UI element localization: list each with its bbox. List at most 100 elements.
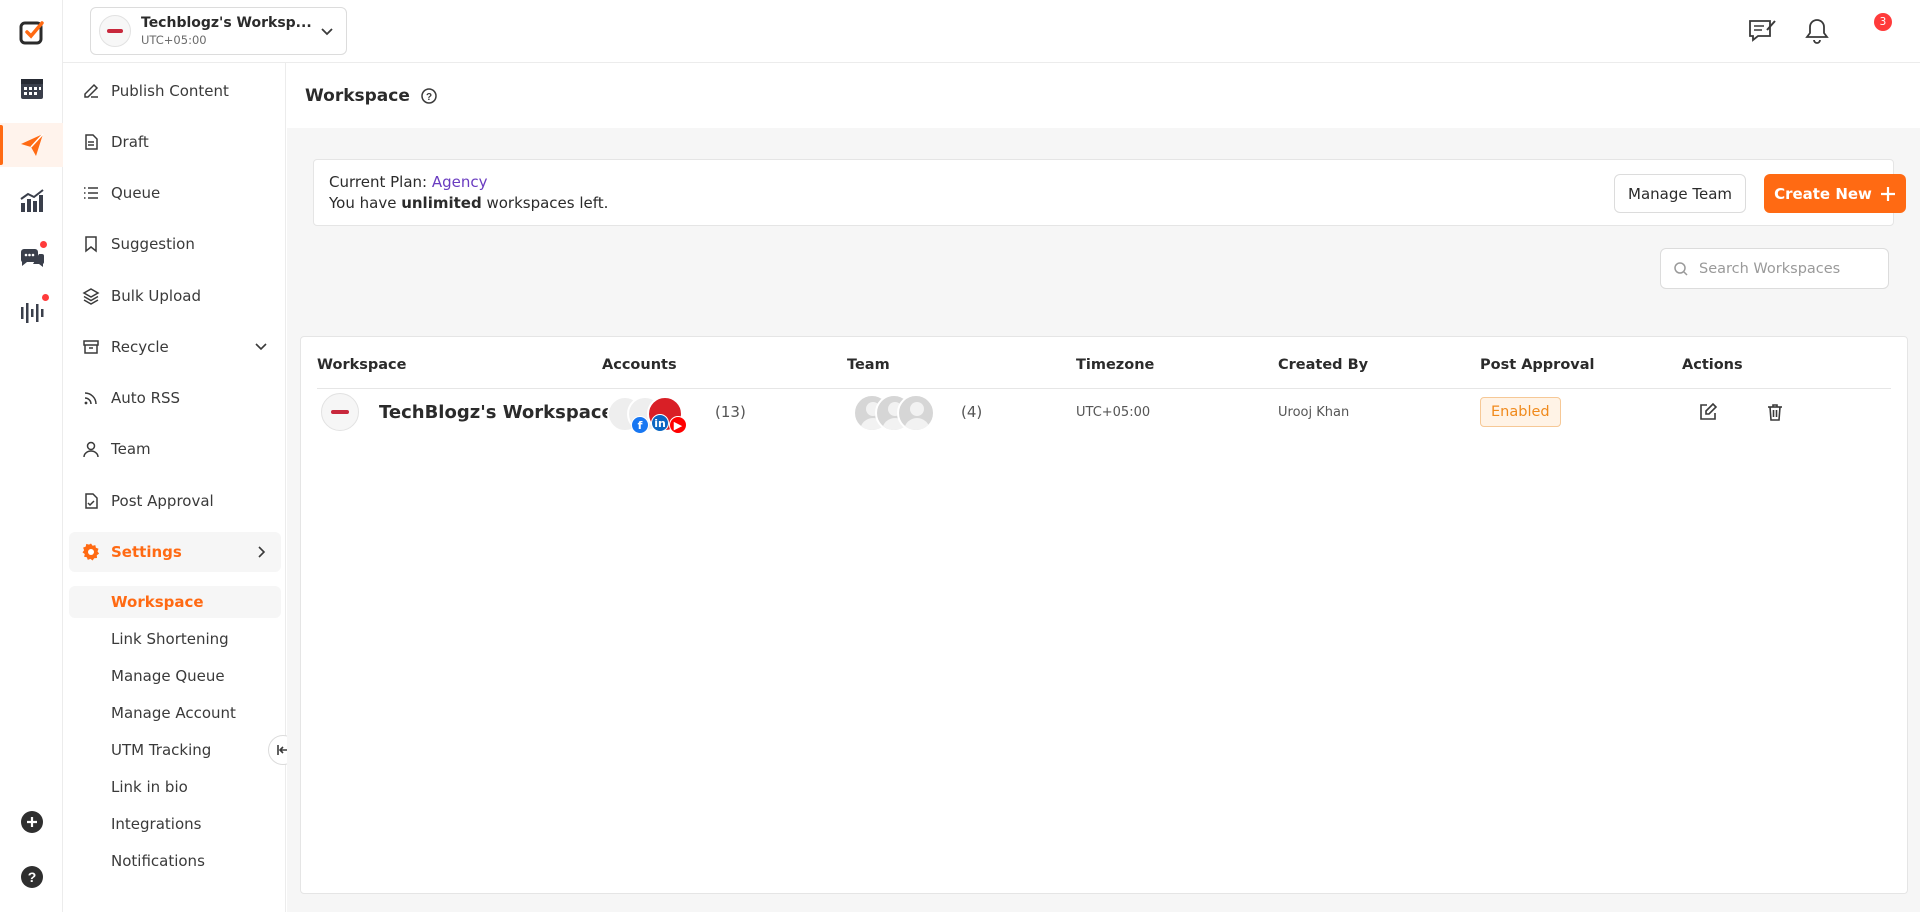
sub-integrations[interactable]: Integrations	[69, 808, 281, 840]
workspaces-table: Workspace Accounts Team Timezone Created…	[300, 336, 1908, 894]
nav-label: Settings	[111, 543, 182, 561]
workspaces-left-prefix: You have	[329, 194, 402, 212]
nav-auto-rss[interactable]: Auto RSS	[69, 378, 281, 418]
timezone-cell: UTC+05:00	[1076, 389, 1150, 435]
team-avatars	[853, 392, 943, 432]
svg-text:?: ?	[27, 869, 36, 885]
workspace-logo	[99, 15, 131, 47]
icon-rail: ?	[0, 0, 63, 912]
nav-settings[interactable]: Settings	[69, 532, 281, 572]
account-avatars: f in ▶	[607, 392, 697, 434]
accounts-cell: f in ▶ (13)	[607, 389, 746, 435]
layers-icon	[81, 286, 101, 306]
nav-publish-content[interactable]: Publish Content	[69, 71, 281, 111]
workspace-switcher-timezone: UTC+05:00	[141, 33, 207, 47]
column-header-timezone: Timezone	[1076, 357, 1155, 373]
nav-label: Team	[111, 440, 151, 458]
workspace-logo	[321, 393, 359, 431]
nav-bulk-upload[interactable]: Bulk Upload	[69, 276, 281, 316]
post-approval-cell: Enabled	[1480, 389, 1561, 435]
analytics-icon[interactable]	[0, 179, 63, 223]
create-new-label: Create New	[1774, 184, 1872, 203]
settings-sidebar: Publish Content Draft Queue Suggestion B…	[63, 63, 286, 912]
edit-icon	[1700, 402, 1718, 420]
pen-icon	[81, 81, 101, 101]
status-badge: Enabled	[1480, 397, 1561, 427]
accounts-count: (13)	[715, 403, 746, 421]
gear-icon	[81, 542, 101, 562]
sub-manage-account[interactable]: Manage Account	[69, 697, 281, 729]
top-bar: Techblogz's Worksp... UTC+05:00 3	[63, 0, 1920, 63]
svg-text:?: ?	[426, 92, 432, 103]
sub-link-shortening[interactable]: Link Shortening	[69, 623, 281, 655]
chevron-down-icon	[321, 28, 333, 36]
team-cell: (4)	[853, 389, 982, 435]
workspace-name: TechBlogz's Workspace	[379, 401, 614, 423]
column-header-accounts: Accounts	[602, 357, 677, 373]
nav-post-approval[interactable]: Post Approval	[69, 481, 281, 521]
team-member-avatar	[897, 394, 935, 432]
create-new-button[interactable]: Create New	[1764, 174, 1906, 213]
nav-label: Auto RSS	[111, 389, 181, 407]
help-circle-icon[interactable]: ?	[420, 87, 438, 105]
workspace-cell: TechBlogz's Workspace	[321, 389, 614, 435]
logo-icon[interactable]	[0, 10, 63, 54]
main-content: Workspace ? Current Plan: Agency You hav…	[287, 63, 1920, 912]
column-header-created-by: Created By	[1278, 357, 1369, 373]
bell-icon[interactable]	[1803, 16, 1831, 50]
page-header: Workspace ?	[287, 63, 1920, 128]
chat-unread-dot	[40, 241, 47, 248]
linkedin-icon: in	[651, 414, 669, 432]
timezone-value: UTC+05:00	[1076, 404, 1151, 420]
nav-team[interactable]: Team	[69, 429, 281, 469]
nav-draft[interactable]: Draft	[69, 122, 281, 162]
chevron-down-icon	[255, 343, 267, 351]
send-icon[interactable]	[0, 123, 63, 167]
created-by-cell: Urooj Khan	[1278, 389, 1349, 435]
help-icon[interactable]: ?	[0, 855, 63, 899]
manage-team-button[interactable]: Manage Team	[1614, 174, 1746, 213]
add-icon[interactable]	[0, 800, 63, 844]
nav-queue[interactable]: Queue	[69, 173, 281, 213]
document-icon	[81, 132, 101, 152]
rss-icon	[81, 388, 101, 408]
nav-label: Post Approval	[111, 492, 214, 510]
sub-manage-queue[interactable]: Manage Queue	[69, 660, 281, 692]
bookmark-icon	[81, 234, 101, 254]
search-icon	[1674, 261, 1688, 276]
current-plan-text: Current Plan: Agency	[329, 173, 488, 191]
delete-workspace-button[interactable]	[1764, 401, 1786, 423]
edit-workspace-button[interactable]	[1697, 401, 1719, 423]
nav-suggestion[interactable]: Suggestion	[69, 224, 281, 264]
list-icon	[81, 183, 101, 203]
sub-workspace[interactable]: Workspace	[69, 586, 281, 618]
table-row[interactable]: TechBlogz's Workspace f in ▶ (13) (4) UT…	[301, 389, 1909, 435]
nav-label: Recycle	[111, 338, 169, 356]
nav-label: Bulk Upload	[111, 287, 201, 305]
trash-icon	[1768, 404, 1782, 421]
search-workspaces-input[interactable]	[1699, 260, 1879, 277]
team-count: (4)	[961, 403, 983, 421]
column-header-actions: Actions	[1682, 357, 1743, 373]
workspaces-left-suffix: workspaces left.	[481, 194, 609, 212]
plan-info-box: Current Plan: Agency You have unlimited …	[313, 159, 1906, 226]
workspace-switcher[interactable]: Techblogz's Worksp... UTC+05:00	[90, 7, 347, 55]
nav-label: Suggestion	[111, 235, 195, 253]
column-header-workspace: Workspace	[317, 357, 407, 373]
sub-utm-tracking[interactable]: UTM Tracking	[69, 734, 281, 766]
youtube-icon: ▶	[669, 416, 687, 434]
user-icon	[81, 439, 101, 459]
nav-recycle[interactable]: Recycle	[69, 327, 281, 367]
calendar-icon[interactable]	[0, 66, 63, 110]
chat-icon[interactable]	[0, 235, 63, 279]
audio-unread-dot	[42, 294, 49, 301]
audio-bars-icon[interactable]	[0, 290, 63, 334]
approval-icon	[81, 491, 101, 511]
workspaces-left-count: unlimited	[401, 194, 482, 212]
sub-link-in-bio[interactable]: Link in bio	[69, 771, 281, 803]
workspaces-left-text: You have unlimited workspaces left.	[329, 194, 608, 212]
archive-icon	[81, 337, 101, 357]
sub-notifications[interactable]: Notifications	[69, 845, 281, 877]
created-by-value: Urooj Khan	[1278, 404, 1350, 420]
feedback-icon[interactable]	[1747, 16, 1777, 50]
